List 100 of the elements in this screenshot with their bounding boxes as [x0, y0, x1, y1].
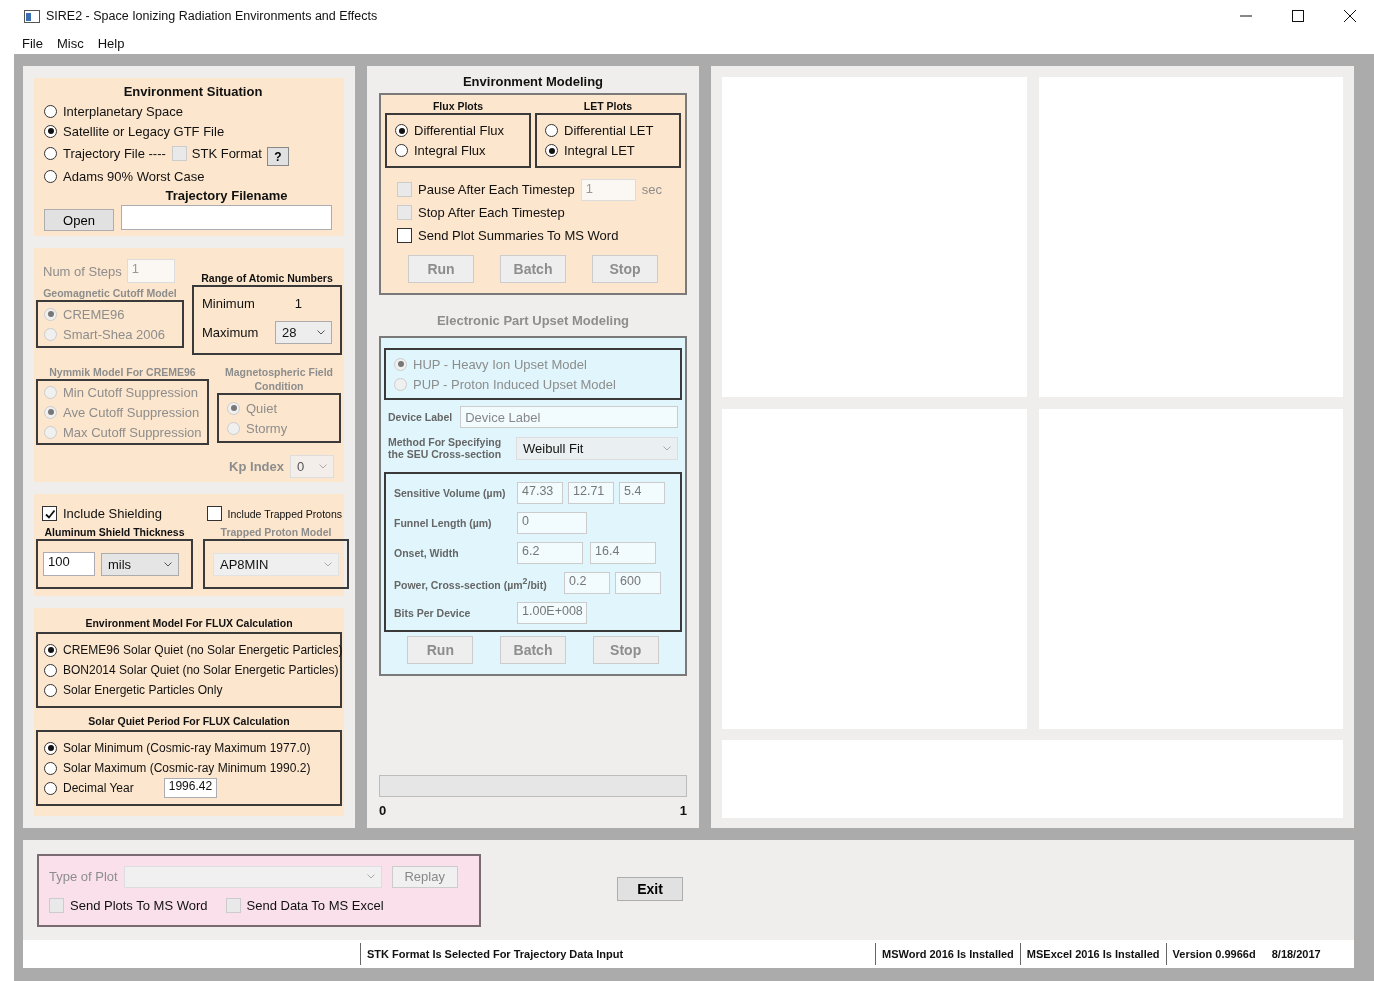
option-label: Adams 90% Worst Case — [63, 168, 205, 184]
field-label: Type of Plot — [49, 869, 118, 884]
checkbox-label: Send Data To MS Excel — [246, 897, 384, 913]
option-label: Differential Flux — [414, 123, 505, 138]
open-button[interactable]: Open — [44, 209, 114, 231]
field-label: Maximum — [202, 325, 259, 340]
radio-button[interactable] — [44, 147, 57, 160]
option-label: Solar Maximum (Cosmic-ray Minimum 1990.2) — [63, 761, 311, 775]
status-text: MSExcel 2016 Is Installed — [1019, 943, 1166, 965]
field-label: Device Label — [388, 411, 453, 423]
status-text: MSWord 2016 Is Installed — [875, 943, 1020, 965]
section-title: Electronic Part Upset Modeling — [435, 312, 631, 330]
option-label: Interplanetary Space — [63, 103, 183, 119]
option-label: HUP - Heavy Ion Upset Model — [413, 356, 587, 372]
chevron-icon — [324, 561, 332, 567]
minimum-value: 1 — [294, 296, 302, 311]
group-title: Geomagnetic Cutoff Model — [42, 286, 178, 300]
group-title: Aluminum Shield Thickness — [43, 525, 186, 539]
radio-button[interactable] — [545, 144, 558, 157]
checkbox[interactable] — [42, 506, 57, 521]
field-label: Method For Specifying the SEU Cross-section — [388, 436, 503, 460]
option-label: Stormy — [246, 420, 288, 436]
chevron-icon — [663, 445, 671, 451]
year-field[interactable]: 1996.42 — [163, 778, 217, 798]
chevron-icon — [164, 561, 172, 567]
option-label: PUP - Proton Induced Upset Model — [413, 376, 616, 392]
filename-field[interactable] — [121, 205, 332, 230]
radio-button[interactable] — [44, 663, 57, 677]
option-label: Decimal Year — [63, 781, 134, 795]
menu-item[interactable]: File — [22, 35, 43, 51]
radio-button[interactable] — [44, 643, 57, 657]
field-label: Funnel Length (µm) — [394, 517, 493, 529]
option-label: Integral LET — [564, 143, 635, 158]
radio-button[interactable] — [44, 124, 57, 138]
unit-label: sec — [641, 182, 663, 197]
group-title: Trapped Proton Model — [219, 525, 333, 539]
group-title: Environment Model For FLUX Calculation — [84, 616, 294, 630]
radio-button[interactable] — [44, 104, 57, 118]
checkbox-label: Send Plot Summaries To MS Word — [418, 228, 619, 243]
unit-dropdown[interactable]: mils — [101, 552, 179, 576]
field-label: Num of Steps — [43, 263, 122, 279]
radio-button[interactable] — [44, 781, 57, 795]
checkbox[interactable] — [206, 506, 222, 521]
maximum-dropdown[interactable]: 28 — [275, 321, 332, 344]
status-message: STK Format Is Selected For Trajectory Data Input — [360, 943, 875, 965]
section-title: Environment Modeling — [461, 73, 605, 91]
option-label: Smart-Shea 2006 — [63, 326, 165, 342]
exit-button[interactable]: Exit — [617, 876, 683, 901]
group-title: Magnetospheric Field Condition — [224, 365, 334, 393]
option-label: Solar Energetic Particles Only — [63, 683, 223, 697]
group-title: Flux Plots — [431, 99, 485, 113]
field-label: Kp Index — [229, 459, 284, 474]
option-label: Solar Minimum (Cosmic-ray Maximum 1977.0) — [63, 741, 311, 755]
field-label: Minimum — [202, 296, 255, 311]
option-label: Max Cutoff Suppression — [63, 424, 202, 440]
checkbox-label: Send Plots To MS Word — [70, 897, 208, 913]
option-label: STK Format — [191, 146, 262, 161]
checkbox-label: Include Trapped Protons — [227, 507, 342, 520]
progress-min: 0 — [379, 803, 387, 818]
group-title: LET Plots — [582, 99, 634, 113]
radio-button[interactable] — [44, 741, 57, 755]
checkbox-label: Stop After Each Timestep — [418, 205, 565, 220]
option-label: BON2014 Solar Quiet (no Solar Energetic Particles) — [63, 663, 339, 677]
field-label: Trajectory Filename — [164, 187, 289, 205]
option-label: Satellite or Legacy GTF File — [63, 123, 225, 139]
model-dropdown[interactable]: AP8MIN — [213, 552, 339, 576]
chevron-icon — [366, 874, 375, 879]
field-label: Bits Per Device — [394, 607, 472, 619]
field-label: Sensitive Volume (µm) — [394, 487, 507, 499]
window-title: SIRE2 - Space Ionizing Radiation Environments and Effects — [46, 9, 378, 23]
checkbox-label: Include Shielding — [63, 506, 163, 521]
menu-item[interactable]: Misc — [56, 35, 84, 51]
thickness-field[interactable]: 100 — [43, 552, 95, 576]
field-label: Onset, Width — [394, 547, 460, 559]
group-title: Range of Atomic Numbers — [200, 271, 334, 285]
option-label: Min Cutoff Suppression — [63, 384, 198, 400]
radio-button[interactable] — [395, 144, 408, 157]
option-label: Ave Cutoff Suppression — [63, 404, 200, 420]
option-label: Integral Flux — [414, 143, 486, 158]
chevron-icon — [319, 464, 327, 469]
radio-button[interactable] — [395, 124, 408, 137]
radio-button[interactable] — [44, 683, 57, 697]
menu-item[interactable]: Help — [97, 35, 125, 51]
section-title: Environment Situation — [122, 83, 264, 101]
version-text: Version 0.9966d — [1172, 948, 1256, 960]
checkbox-label: Pause After Each Timestep — [418, 182, 575, 197]
radio-button[interactable] — [44, 761, 57, 775]
help-button[interactable]: ? — [266, 147, 289, 166]
group-title: Nymmik Model For CREME96 — [48, 365, 197, 379]
option-label: Quiet — [246, 400, 278, 416]
close-icon[interactable] — [1344, 10, 1356, 22]
group-title: Solar Quiet Period For FLUX Calculation — [87, 714, 291, 728]
date-text: 8/18/2017 — [1271, 948, 1321, 960]
radio-button[interactable] — [44, 169, 57, 183]
checkbox[interactable] — [397, 228, 412, 243]
maximize-icon[interactable] — [1292, 10, 1304, 22]
option-label: Differential LET — [564, 123, 654, 138]
option-label: Trajectory File ---- — [63, 146, 166, 161]
progress-max: 1 — [679, 803, 687, 818]
radio-button[interactable] — [545, 124, 558, 137]
